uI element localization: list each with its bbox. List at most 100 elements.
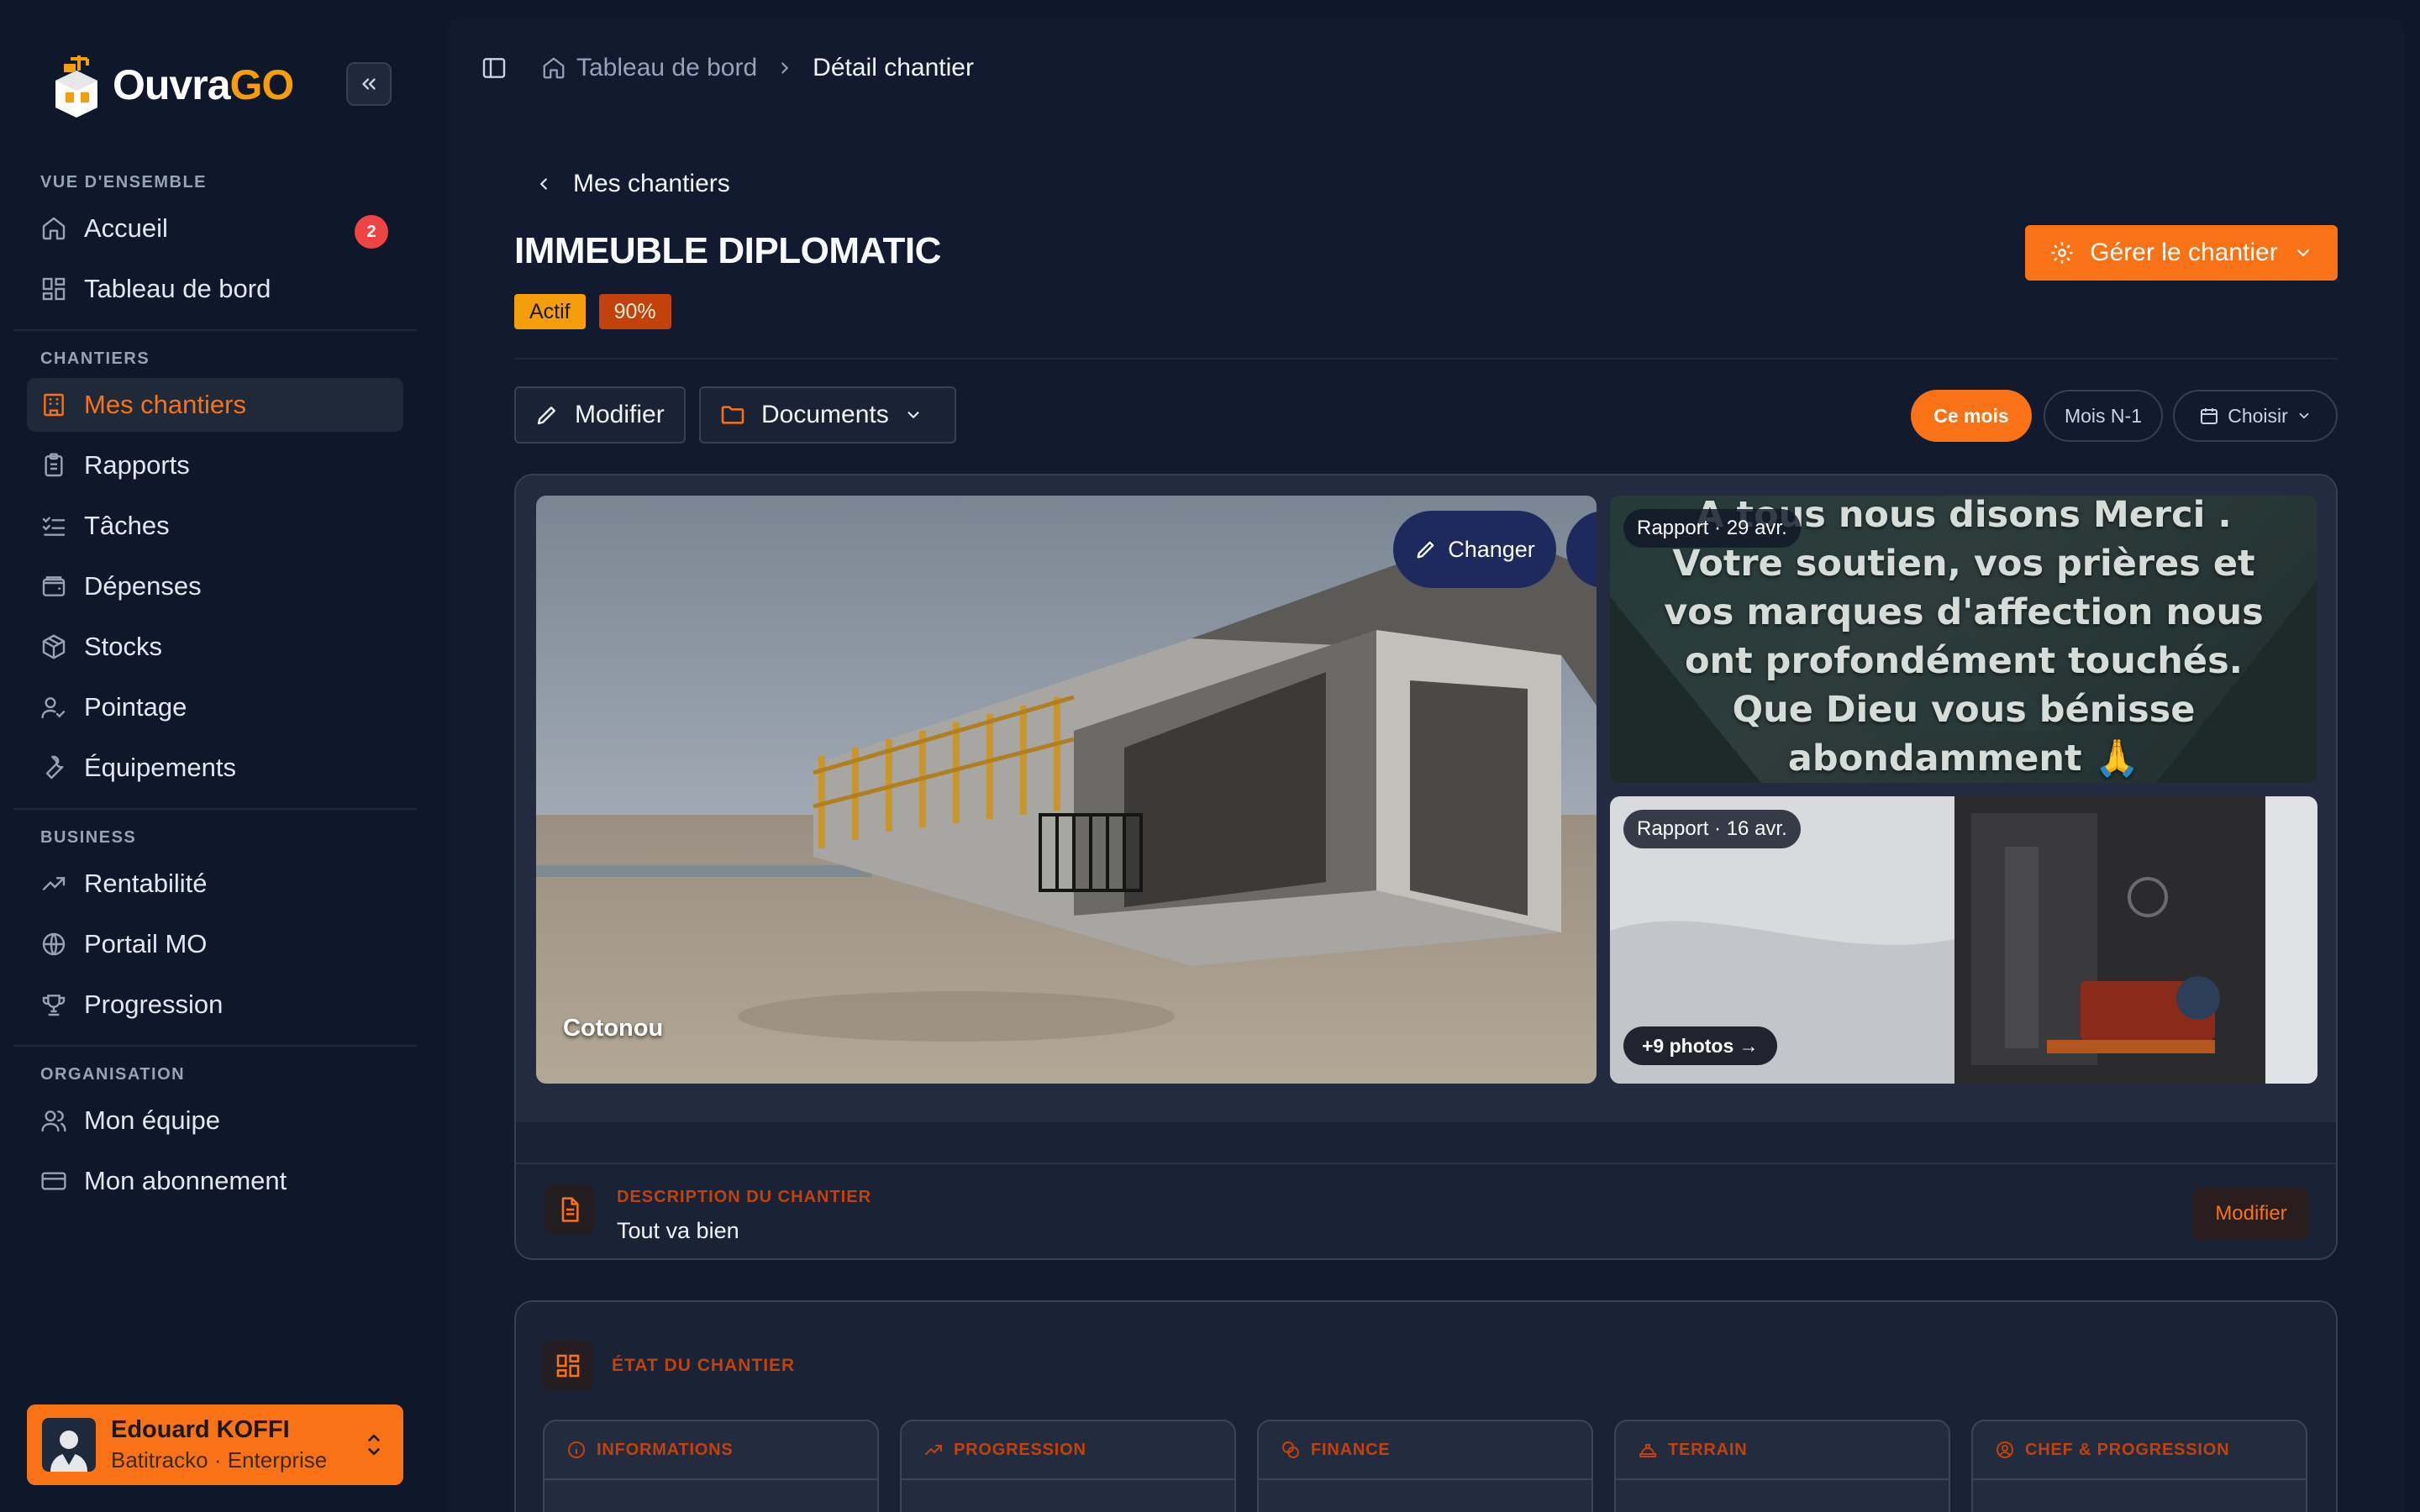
- sidebar-item-rentabilite[interactable]: Rentabilité: [27, 857, 403, 911]
- brand-name: OuvraGO: [113, 61, 294, 108]
- notification-badge: 2: [355, 215, 388, 249]
- sidebar-item-accueil[interactable]: Accueil 2: [27, 202, 403, 255]
- sidebar-item-stocks[interactable]: Stocks: [27, 620, 403, 674]
- sidebar-item-label: Dépenses: [84, 571, 202, 601]
- home-icon: [543, 57, 565, 79]
- sidebar-item-label: Pointage: [84, 692, 187, 722]
- report-photo-1[interactable]: A tous nous disons Merci . Votre soutien…: [1610, 496, 2317, 783]
- state-tile-finance[interactable]: FINANCE: [1257, 1420, 1593, 1512]
- document-icon: [544, 1184, 595, 1235]
- chevron-down-icon: [908, 412, 919, 419]
- chantier-state-card: ÉTAT DU CHANTIER INFORMATIONS PROGRESSIO…: [514, 1300, 2338, 1512]
- edit-description-button[interactable]: Modifier: [2193, 1188, 2309, 1240]
- hard-hat-icon: [1639, 1444, 1656, 1457]
- sidebar: OuvraGO VUE D'ENSEMBLE Accueil 2 Tableau…: [0, 0, 429, 1512]
- sidebar-item-label: Équipements: [84, 753, 236, 782]
- site-city-label: Cotonou: [563, 1015, 664, 1042]
- coins-icon: [1282, 1441, 1299, 1458]
- avatar: [42, 1418, 96, 1472]
- folder-icon: [721, 406, 744, 424]
- manage-chantier-label: Gérer le chantier: [2090, 239, 2278, 266]
- breadcrumb-current: Détail chantier: [813, 54, 974, 81]
- sidebar-item-label: Mes chantiers: [84, 390, 246, 419]
- tile-label: CHEF & PROGRESSION: [2025, 1440, 2230, 1459]
- user-menu-button[interactable]: Edouard KOFFI Batitracko · Enterprise: [27, 1404, 403, 1485]
- state-tile-progression[interactable]: PROGRESSION: [900, 1420, 1236, 1512]
- nav-section-title: BUSINESS: [40, 828, 137, 847]
- chevrons-left-icon: [362, 78, 376, 90]
- period-previous-month-button[interactable]: Mois N-1: [2044, 390, 2163, 442]
- sidebar-item-label: Rapports: [84, 450, 190, 480]
- brand-logo[interactable]: OuvraGO: [50, 52, 294, 118]
- report-photo-2[interactable]: Rapport · 16 avr. +9 photos →: [1610, 796, 2317, 1084]
- sidebar-toggle-icon[interactable]: [481, 55, 508, 81]
- nav-divider: [13, 1045, 417, 1047]
- nav-section-title: VUE D'ENSEMBLE: [40, 173, 208, 192]
- sidebar-item-progression[interactable]: Progression: [27, 978, 403, 1032]
- report-date-chip: Rapport · 29 avr.: [1623, 509, 1801, 548]
- state-tile-terrain[interactable]: TERRAIN: [1614, 1420, 1950, 1512]
- edit-button-label: Modifier: [575, 401, 665, 428]
- clipboard-icon: [45, 453, 63, 477]
- logo-icon: [55, 55, 97, 118]
- period-current-month-button[interactable]: Ce mois: [1911, 390, 2032, 442]
- trending-up-icon: [42, 877, 66, 890]
- nav-divider: [13, 329, 417, 331]
- main-site-photo[interactable]: Changer Cotonou: [536, 496, 1597, 1084]
- edit-button[interactable]: Modifier: [514, 386, 686, 444]
- description-section: DESCRIPTION DU CHANTIER Tout va bien Mod…: [516, 1163, 2336, 1255]
- trash-icon: [1594, 537, 1597, 562]
- user-avatar-icon: [50, 1431, 87, 1472]
- credit-card-icon: [41, 1172, 66, 1190]
- manage-chantier-button[interactable]: Gérer le chantier: [2025, 225, 2338, 281]
- calendar-icon: [2201, 408, 2218, 424]
- chevron-down-icon: [2299, 412, 2309, 419]
- sidebar-item-pointage[interactable]: Pointage: [27, 680, 403, 734]
- change-photo-button[interactable]: Changer: [1393, 511, 1556, 588]
- breadcrumb: Tableau de bord Détail chantier: [541, 54, 974, 82]
- sidebar-item-label: Rentabilité: [84, 869, 208, 898]
- sidebar-item-mon-abonnement[interactable]: Mon abonnement: [27, 1154, 403, 1208]
- sidebar-item-label: Accueil: [84, 213, 168, 243]
- state-tile-informations[interactable]: INFORMATIONS: [543, 1420, 879, 1512]
- checklist-icon: [42, 517, 66, 536]
- period-choose-button[interactable]: Choisir: [2173, 390, 2338, 442]
- sidebar-item-rapports[interactable]: Rapports: [27, 438, 403, 492]
- sidebar-item-label: Progression: [84, 990, 224, 1019]
- user-circle-icon: [1996, 1441, 2013, 1458]
- documents-dropdown[interactable]: Documents: [699, 386, 956, 444]
- sidebar-item-equipements[interactable]: Équipements: [27, 741, 403, 795]
- sidebar-item-mes-chantiers[interactable]: Mes chantiers: [27, 378, 403, 432]
- back-to-chantiers-link[interactable]: Mes chantiers: [534, 170, 730, 198]
- chevron-right-icon: [781, 62, 789, 74]
- sidebar-item-tableau-de-bord[interactable]: Tableau de bord: [27, 262, 403, 316]
- sidebar-item-label: Mon abonnement: [84, 1166, 287, 1195]
- sidebar-item-depenses[interactable]: Dépenses: [27, 559, 403, 613]
- globe-icon: [42, 932, 66, 956]
- chevron-down-icon: [2296, 249, 2309, 257]
- sidebar-item-label: Tableau de bord: [84, 274, 271, 303]
- more-photos-button[interactable]: +9 photos →: [1623, 1026, 1777, 1065]
- trending-up-icon: [925, 1445, 942, 1455]
- main-content: Tableau de bord Détail chantier Mes chan…: [447, 17, 2405, 1512]
- user-check-icon: [41, 697, 66, 719]
- state-tile-chef-progression[interactable]: CHEF & PROGRESSION: [1971, 1420, 2307, 1512]
- sidebar-item-taches[interactable]: Tâches: [27, 499, 403, 553]
- chevron-left-icon: [539, 178, 547, 190]
- breadcrumb-home-label: Tableau de bord: [576, 54, 758, 81]
- topbar: Tableau de bord Détail chantier: [481, 54, 974, 82]
- page-title: IMMEUBLE DIPLOMATIC: [514, 230, 941, 271]
- back-link-label: Mes chantiers: [573, 170, 730, 197]
- sidebar-item-portail-mo[interactable]: Portail MO: [27, 917, 403, 971]
- status-badge: Actif: [514, 294, 586, 329]
- wallet-icon: [42, 576, 66, 596]
- chevrons-up-down-icon: [368, 1434, 380, 1456]
- sidebar-item-mon-equipe[interactable]: Mon équipe: [27, 1094, 403, 1147]
- collapse-sidebar-button[interactable]: [346, 62, 392, 106]
- nav-section-title: ORGANISATION: [40, 1065, 186, 1084]
- breadcrumb-home-link[interactable]: Tableau de bord: [541, 54, 757, 82]
- description-title: DESCRIPTION DU CHANTIER: [617, 1188, 872, 1206]
- pencil-icon: [537, 407, 555, 425]
- state-title: ÉTAT DU CHANTIER: [612, 1356, 796, 1375]
- gallery-area: Changer Cotonou A tous nous disons Merci…: [516, 475, 2336, 1122]
